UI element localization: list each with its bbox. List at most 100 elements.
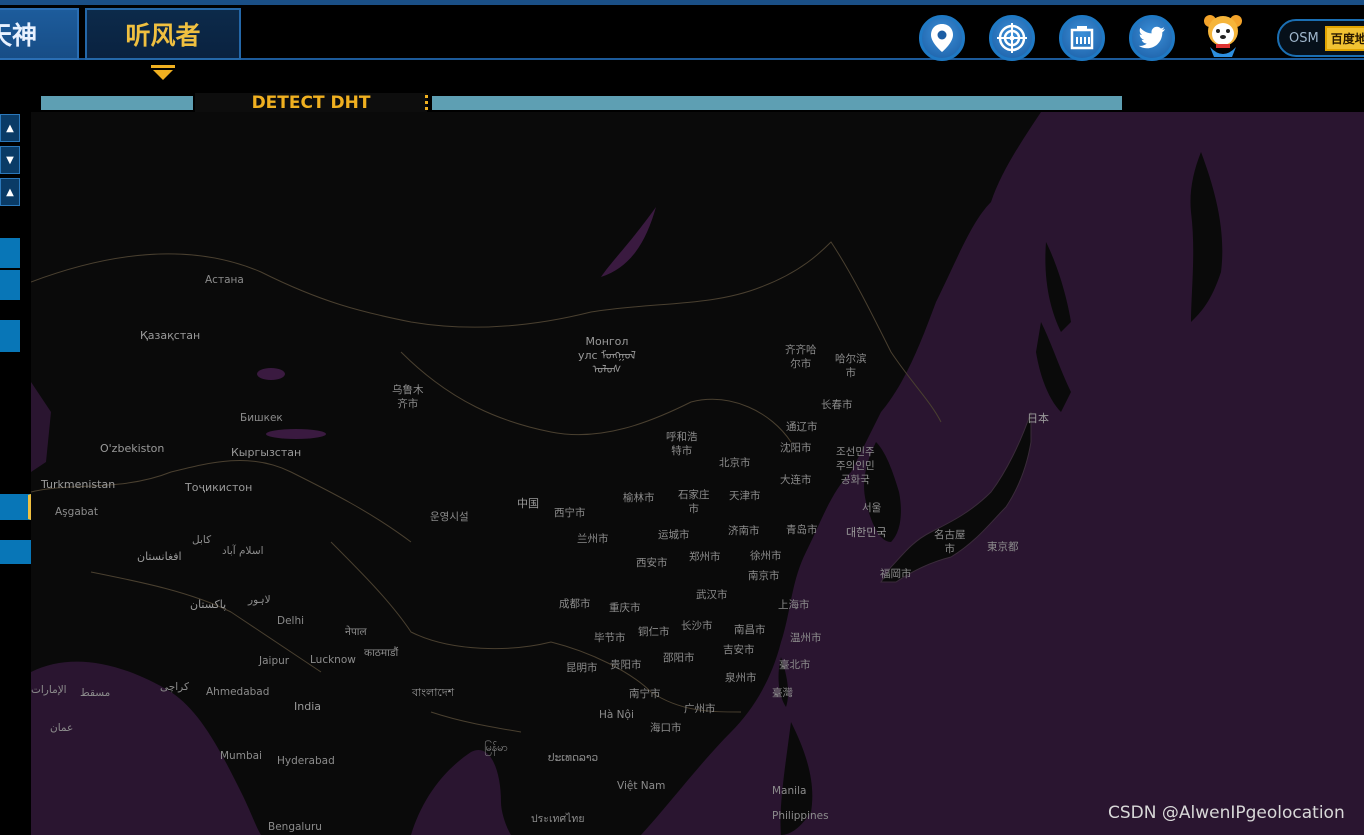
up-arrow-icon: ▲ (6, 186, 14, 198)
map-label: 海口市 (650, 722, 682, 734)
network-port-button[interactable] (1059, 15, 1105, 61)
map-label: Bengaluru (268, 821, 322, 833)
chevron-down-icon (151, 65, 175, 80)
map-label: کراچی (160, 681, 189, 693)
location-pin-icon (931, 24, 953, 52)
map-label: Ahmedabad (206, 686, 270, 698)
side-up-button-2[interactable]: ▲ (0, 178, 20, 206)
map-label: 昆明市 (566, 662, 598, 674)
map-label: کابل (192, 534, 212, 546)
map-label: မြန်မာ (484, 742, 508, 754)
map-label: 贵阳市 (610, 659, 642, 671)
map-label: Бишкек (240, 412, 283, 424)
map-label: Тоҷикистон (185, 481, 253, 494)
map-label: 北京市 (719, 457, 751, 469)
map-label: 西宁市 (554, 507, 586, 519)
map-label: 兰州市 (577, 533, 609, 545)
map-label: ປະເທດລາວ (548, 752, 599, 764)
detect-progress-right (432, 96, 1122, 110)
map-label: 长沙市 (681, 620, 713, 632)
map-canvas[interactable] (31, 112, 1364, 835)
map-source-switch[interactable]: OSM 百度地 (1277, 19, 1364, 57)
map-label: 毕节市 (594, 632, 626, 644)
map-label: 中国 (517, 497, 539, 510)
map-label: Hà Nội (599, 709, 634, 721)
map-label: Монгол улс ᠮᠣᠩᠭᠣᠯ ᠤᠯᠤᠰ (578, 335, 636, 376)
map-label: 臺灣 (772, 687, 793, 699)
map-label: 日本 (1027, 412, 1049, 425)
down-arrow-icon: ▼ (6, 154, 14, 166)
map-label: 郑州市 (689, 551, 721, 563)
target-button[interactable] (989, 15, 1035, 61)
location-pin-button[interactable] (919, 15, 965, 61)
map-label: Việt Nam (617, 780, 666, 792)
side-tool-3[interactable] (0, 320, 20, 352)
map-label: ประเทศไทย (531, 813, 585, 825)
map-label: 武汉市 (696, 589, 728, 601)
map-label: বাংলাদেশ (412, 686, 455, 699)
map-label: Delhi (277, 615, 305, 627)
map-label: Hyderabad (277, 755, 335, 767)
map-label: 吉安市 (723, 644, 755, 656)
map-label: 榆林市 (623, 492, 655, 504)
map-label: 조선민주 주의인민 공화국 (836, 446, 875, 486)
map-base-layer (31, 112, 1364, 835)
map-label: 青岛市 (786, 524, 818, 536)
map-label: 西安市 (636, 557, 668, 569)
side-tool-2[interactable] (0, 270, 20, 300)
map-label: 上海市 (778, 599, 810, 611)
osm-option[interactable]: OSM (1289, 31, 1319, 46)
map-label: 重庆市 (609, 602, 641, 614)
map-label: India (294, 700, 321, 713)
side-tool-4[interactable] (0, 494, 31, 520)
map-label: 운영시설 (430, 511, 469, 523)
map-label: 南京市 (748, 570, 780, 582)
map-label: 乌鲁木 齐市 (392, 384, 424, 410)
map-label: O'zbekiston (100, 442, 165, 455)
map-label: 南昌市 (734, 624, 766, 636)
map-label: काठमाडौं (364, 647, 399, 659)
map-label: Lucknow (310, 654, 356, 666)
map-label: Philippines (772, 810, 829, 822)
map-label: 邵阳市 (663, 652, 695, 664)
map-label: Turkmenistan (41, 478, 116, 491)
map-label: Mumbai (220, 750, 262, 762)
map-label: Астана (205, 274, 244, 286)
detect-dht-label: DETECT DHT (195, 93, 427, 113)
baidu-map-option[interactable]: 百度地 (1324, 25, 1364, 51)
map-label: 서울 (862, 502, 882, 514)
network-port-icon (1070, 26, 1094, 50)
map-label: 哈尔滨 市 (835, 353, 867, 379)
map-label: 石家庄 市 (678, 489, 710, 515)
map-label: 成都市 (559, 598, 591, 610)
map-label: 徐州市 (750, 550, 782, 562)
map-label: 대한민국 (846, 526, 887, 539)
side-up-button[interactable]: ▲ (0, 114, 20, 142)
map-label: 天津市 (729, 490, 761, 502)
map-label: 运城市 (658, 529, 690, 541)
map-label: لاہور (248, 594, 271, 606)
twitter-button[interactable] (1129, 15, 1175, 61)
map-label: 名古屋 市 (934, 529, 966, 555)
map-label: الإمارات (31, 684, 67, 696)
map-label: Manila (772, 785, 807, 797)
detect-divider (425, 95, 428, 111)
map-label: 济南市 (728, 525, 760, 537)
map-label: 铜仁市 (638, 626, 670, 638)
map-label: Қазақстан (140, 329, 201, 342)
map-label: 泉州市 (725, 672, 757, 684)
side-tool-5[interactable] (0, 540, 31, 564)
up-arrow-icon: ▲ (6, 122, 14, 134)
target-icon (997, 23, 1027, 53)
map-label: مسقط (80, 687, 111, 699)
bear-mascot-icon[interactable] (1202, 13, 1244, 59)
map-label: 齐齐哈 尔市 (785, 344, 817, 370)
side-tool-1[interactable] (0, 238, 20, 268)
nav-tab-tingfengzhe[interactable]: 听风者 (85, 8, 241, 60)
nav-tab-tianshen[interactable]: 天神 (0, 8, 79, 60)
side-down-button[interactable]: ▼ (0, 146, 20, 174)
twitter-icon (1138, 26, 1165, 49)
map-label: 臺北市 (779, 659, 811, 671)
map-label: 東京都 (987, 541, 1019, 553)
map-label: 呼和浩 特市 (666, 431, 698, 457)
